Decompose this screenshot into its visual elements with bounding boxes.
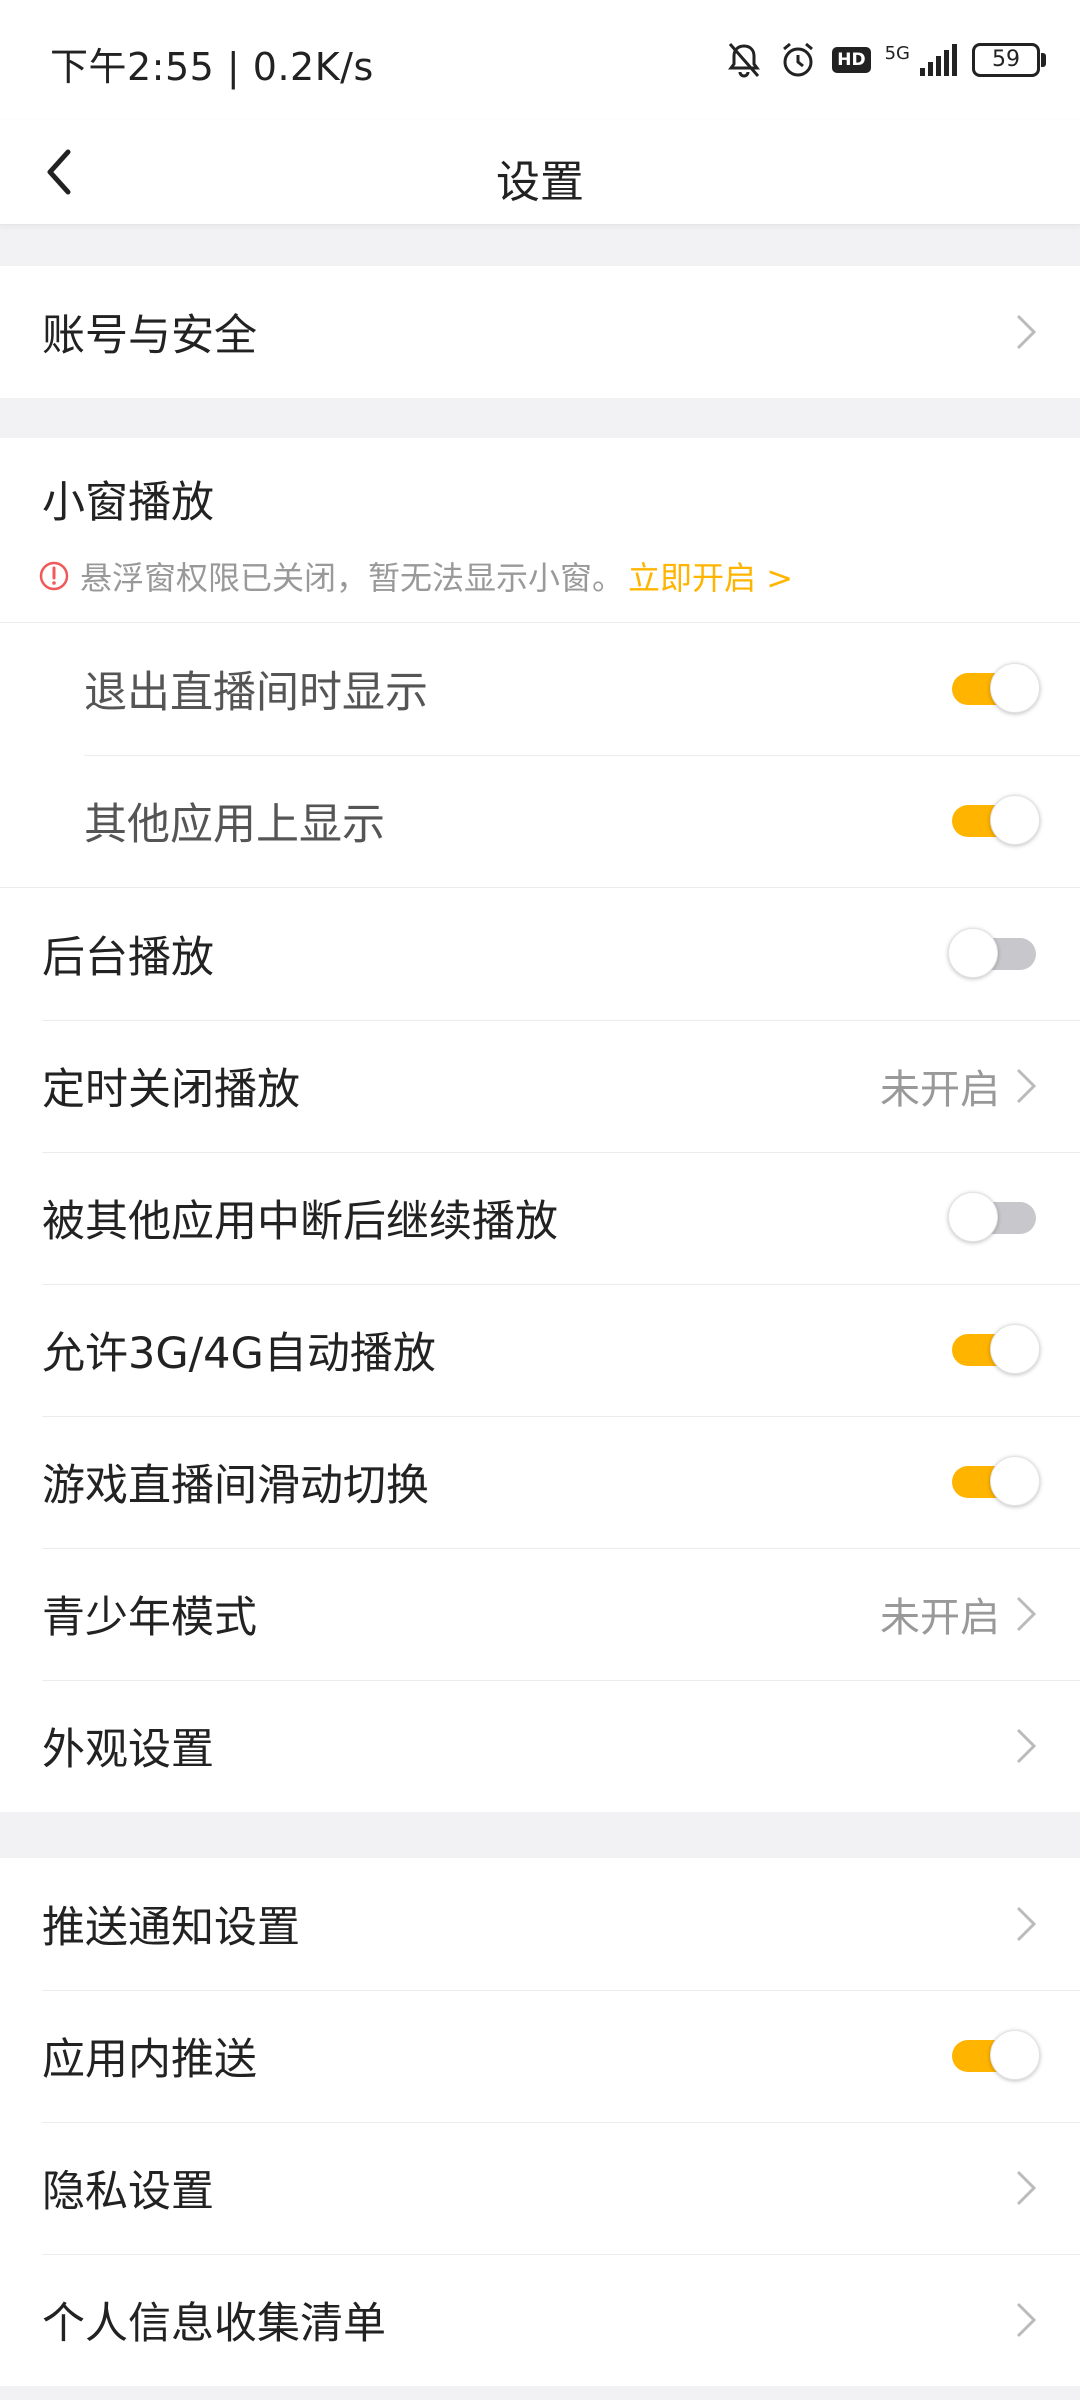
chevron-right-icon bbox=[1016, 1728, 1037, 1764]
teen-mode-value: 未开启 bbox=[880, 1595, 1000, 1641]
pip-warning-text: 悬浮窗权限已关闭，暂无法显示小窗。 bbox=[80, 559, 625, 597]
page-title: 设置 bbox=[496, 157, 584, 208]
resume-after-interrupt-label: 被其他应用中断后继续播放 bbox=[42, 1197, 558, 1247]
status-bar: 下午2:55 | 0.2K/s HD 5G 59 bbox=[0, 0, 1080, 120]
mobile-autoplay-toggle[interactable] bbox=[948, 1324, 1040, 1376]
chevron-right-icon bbox=[1016, 1068, 1037, 1104]
mute-bell-icon bbox=[728, 43, 761, 78]
account-security-row[interactable]: 账号与安全 bbox=[0, 266, 1080, 398]
alarm-icon bbox=[783, 42, 814, 77]
teen-mode-row[interactable]: 青少年模式 未开启 bbox=[0, 1548, 1080, 1680]
chevron-right-icon bbox=[1016, 1906, 1037, 1942]
background-play-toggle[interactable] bbox=[948, 928, 1038, 980]
background-play-row: 后台播放 bbox=[0, 888, 1080, 1020]
personal-info-label: 个人信息收集清单 bbox=[42, 2299, 386, 2349]
privacy-row[interactable]: 隐私设置 bbox=[0, 2122, 1080, 2254]
background-play-label: 后台播放 bbox=[42, 933, 214, 983]
timer-close-row[interactable]: 定时关闭播放 未开启 bbox=[0, 1020, 1080, 1152]
signal-icon bbox=[920, 44, 957, 76]
pip-other-apps-row: 其他应用上显示 bbox=[0, 755, 1080, 887]
playback-group: 小窗播放 悬浮窗权限已关闭，暂无法显示小窗。 立即开启 > 退出直播间时显示 其… bbox=[0, 438, 1080, 1812]
mobile-autoplay-row: 允许3G/4G自动播放 bbox=[0, 1284, 1080, 1416]
in-app-push-toggle[interactable] bbox=[948, 2030, 1040, 2082]
in-app-push-row: 应用内推送 bbox=[0, 1990, 1080, 2122]
appearance-label: 外观设置 bbox=[42, 1725, 214, 1775]
status-icons: HD 5G 59 bbox=[724, 38, 1046, 82]
pip-other-apps-label: 其他应用上显示 bbox=[84, 800, 385, 850]
battery-icon: 59 bbox=[972, 43, 1046, 77]
nav-bar: 设置 bbox=[0, 120, 1080, 225]
swipe-switch-toggle[interactable] bbox=[948, 1456, 1040, 1508]
account-group: 账号与安全 bbox=[0, 266, 1080, 398]
push-settings-label: 推送通知设置 bbox=[42, 1903, 300, 1953]
warning-circle-icon bbox=[39, 561, 69, 591]
swipe-switch-row: 游戏直播间滑动切换 bbox=[0, 1416, 1080, 1548]
chevron-right-icon bbox=[1016, 2170, 1037, 2206]
pip-header: 小窗播放 悬浮窗权限已关闭，暂无法显示小窗。 立即开启 > bbox=[0, 438, 1080, 622]
swipe-switch-label: 游戏直播间滑动切换 bbox=[42, 1461, 429, 1511]
chevron-right-icon bbox=[1016, 1596, 1037, 1632]
enable-permission-link[interactable]: 立即开启 > bbox=[628, 553, 793, 599]
status-time-speed: 下午2:55 | 0.2K/s bbox=[50, 45, 374, 89]
teen-mode-label: 青少年模式 bbox=[42, 1593, 257, 1643]
hd-icon: HD bbox=[832, 47, 871, 73]
pip-warning: 悬浮窗权限已关闭，暂无法显示小窗。 立即开启 > bbox=[38, 553, 793, 599]
push-settings-row[interactable]: 推送通知设置 bbox=[0, 1858, 1080, 1990]
privacy-label: 隐私设置 bbox=[42, 2167, 214, 2217]
pip-exit-room-label: 退出直播间时显示 bbox=[84, 668, 428, 718]
chevron-right-icon bbox=[1016, 314, 1037, 350]
network-type-label: 5G bbox=[884, 42, 910, 64]
timer-close-label: 定时关闭播放 bbox=[42, 1065, 300, 1115]
account-security-label: 账号与安全 bbox=[42, 311, 257, 361]
chevron-right-icon bbox=[1016, 2302, 1037, 2338]
pip-title: 小窗播放 bbox=[42, 478, 214, 528]
appearance-row[interactable]: 外观设置 bbox=[0, 1680, 1080, 1812]
notification-group: 推送通知设置 应用内推送 隐私设置 个人信息收集清单 bbox=[0, 1858, 1080, 2386]
personal-info-row[interactable]: 个人信息收集清单 bbox=[0, 2254, 1080, 2386]
pip-exit-room-row: 退出直播间时显示 bbox=[0, 623, 1080, 755]
resume-after-interrupt-row: 被其他应用中断后继续播放 bbox=[0, 1152, 1080, 1284]
resume-after-interrupt-toggle[interactable] bbox=[948, 1192, 1038, 1244]
timer-close-value: 未开启 bbox=[880, 1067, 1000, 1113]
pip-exit-room-toggle[interactable] bbox=[948, 663, 1040, 715]
pip-other-apps-toggle[interactable] bbox=[948, 795, 1040, 847]
mobile-autoplay-label: 允许3G/4G自动播放 bbox=[42, 1329, 436, 1379]
in-app-push-label: 应用内推送 bbox=[42, 2035, 257, 2085]
